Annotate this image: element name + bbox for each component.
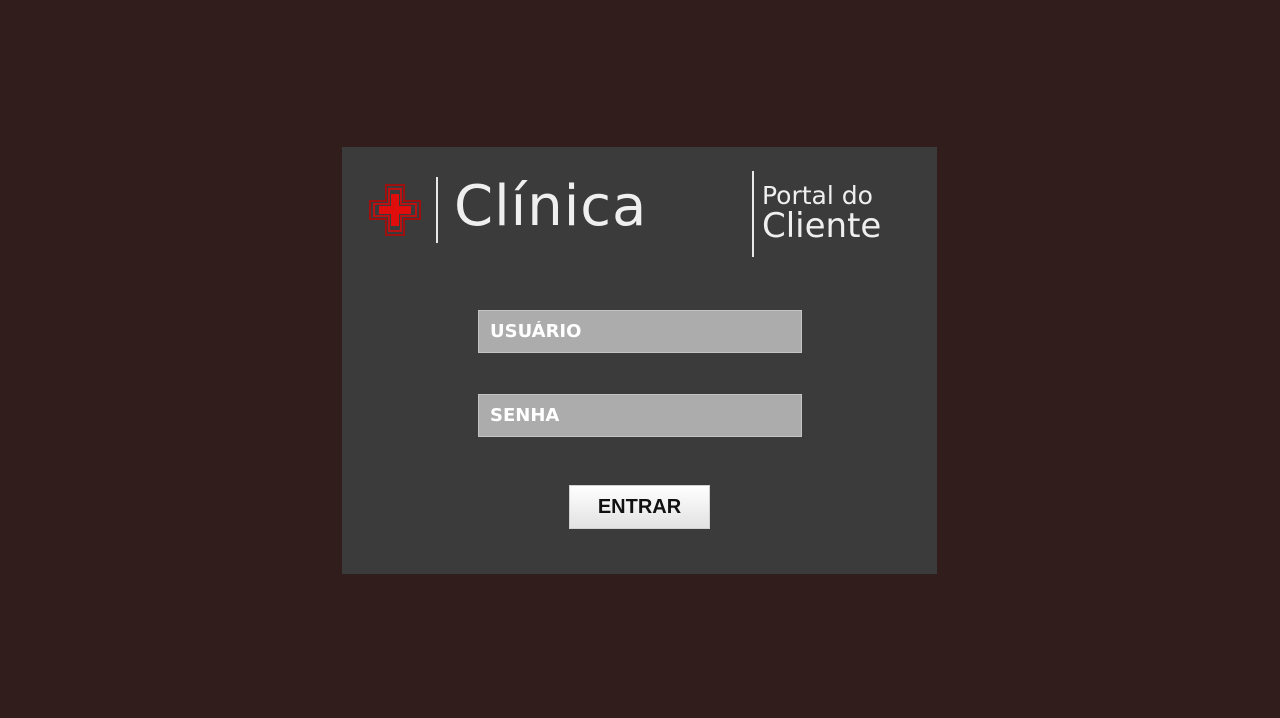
- logo-divider: [436, 177, 438, 243]
- portal-text: Portal do Cliente: [762, 171, 881, 257]
- login-button[interactable]: ENTRAR: [569, 485, 710, 529]
- password-input[interactable]: [478, 394, 802, 437]
- username-input[interactable]: [478, 310, 802, 353]
- portal-title: Portal do Cliente: [752, 171, 881, 257]
- portal-divider: [752, 171, 754, 257]
- clinic-name: Clínica: [454, 174, 648, 239]
- login-panel: Clínica Portal do Cliente ENTRAR: [342, 147, 937, 574]
- clinic-logo: Clínica: [368, 175, 647, 245]
- medical-cross-icon: [369, 184, 421, 236]
- portal-line2: Cliente: [762, 206, 882, 247]
